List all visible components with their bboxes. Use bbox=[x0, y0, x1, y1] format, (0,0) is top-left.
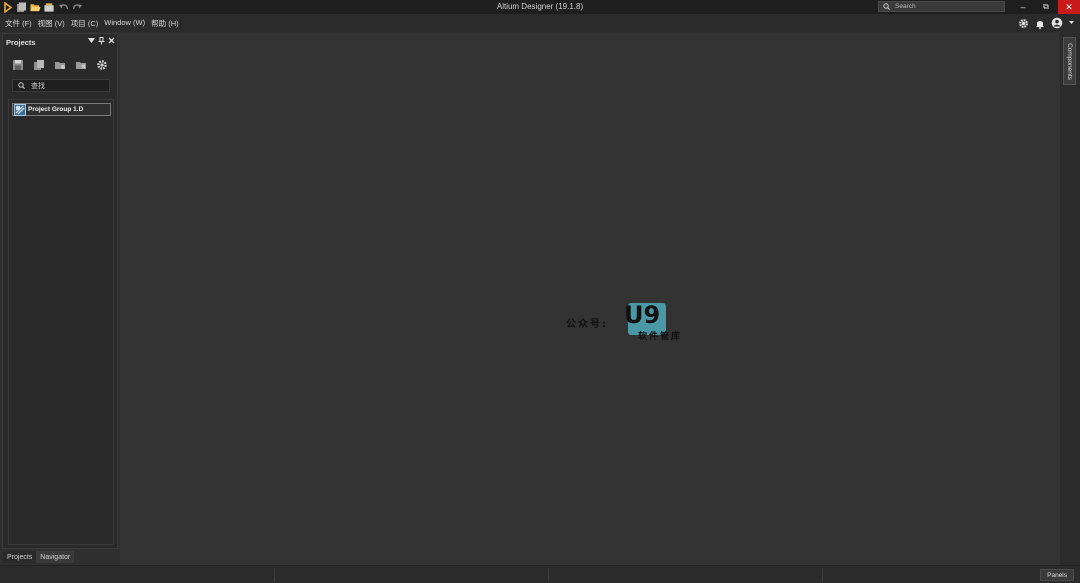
find-input[interactable]: 查找 bbox=[12, 79, 110, 92]
panels-button[interactable]: Panels bbox=[1040, 569, 1074, 581]
project-tree: Project Group 1.D bbox=[8, 99, 114, 545]
menu-help[interactable]: 帮助 (H) bbox=[151, 18, 179, 29]
tree-item-label: Project Group 1.D bbox=[28, 106, 84, 113]
project-group-icon bbox=[14, 103, 26, 116]
tree-item-project-group[interactable]: Project Group 1.D bbox=[12, 103, 111, 116]
menu-view[interactable]: 视图 (V) bbox=[38, 18, 65, 29]
components-tab-label: Components bbox=[1066, 42, 1074, 80]
panel-menu-icon[interactable] bbox=[88, 37, 95, 44]
project-options-icon[interactable] bbox=[53, 58, 67, 72]
tab-navigator[interactable]: Navigator bbox=[36, 551, 75, 563]
panel-header-controls bbox=[88, 37, 115, 45]
search-icon bbox=[883, 3, 890, 10]
compile-icon[interactable] bbox=[32, 58, 46, 72]
panel-tabs: Projects Navigator bbox=[3, 551, 75, 563]
status-separator bbox=[548, 568, 549, 582]
watermark: 公众号: U9 软件管库 bbox=[566, 301, 696, 343]
panel-title: Projects bbox=[6, 37, 36, 47]
menu-bar: 文件 (F) 视图 (V) 项目 (C) Window (W) 帮助 (H) bbox=[0, 14, 1080, 32]
close-button[interactable]: ✕ bbox=[1058, 0, 1080, 14]
user-account-icon[interactable] bbox=[1051, 17, 1063, 29]
watermark-logo-text: U9 bbox=[624, 301, 661, 329]
menu-right-controls bbox=[1018, 16, 1074, 30]
search-input[interactable]: Search bbox=[878, 1, 1005, 12]
watermark-prefix: 公众号: bbox=[566, 319, 608, 330]
status-separator bbox=[274, 568, 275, 582]
title-bar: Altium Designer (19.1.8) Search – ⧉ ✕ bbox=[0, 0, 1080, 14]
menu-window[interactable]: Window (W) bbox=[104, 18, 145, 29]
pin-icon[interactable] bbox=[98, 37, 105, 45]
save-icon[interactable] bbox=[11, 58, 25, 72]
close-project-icon[interactable] bbox=[74, 58, 88, 72]
settings-icon[interactable] bbox=[95, 58, 109, 72]
right-dock: Components bbox=[1060, 33, 1080, 565]
tab-projects[interactable]: Projects bbox=[3, 551, 37, 563]
workspace[interactable] bbox=[120, 33, 1060, 565]
status-bar: Panels bbox=[0, 565, 1080, 583]
search-placeholder: Search bbox=[895, 3, 916, 10]
components-tab[interactable]: Components bbox=[1063, 37, 1076, 85]
menu-project[interactable]: 项目 (C) bbox=[71, 18, 99, 29]
panel-header: Projects bbox=[3, 34, 117, 50]
restore-button[interactable]: ⧉ bbox=[1035, 0, 1057, 14]
status-separator bbox=[822, 568, 823, 582]
chevron-down-icon[interactable] bbox=[1069, 21, 1074, 25]
search-icon bbox=[18, 82, 25, 89]
main-menu: 文件 (F) 视图 (V) 项目 (C) Window (W) 帮助 (H) bbox=[5, 18, 179, 29]
gear-icon[interactable] bbox=[1018, 18, 1029, 29]
minimize-button[interactable]: – bbox=[1012, 0, 1034, 14]
bell-icon[interactable] bbox=[1035, 18, 1045, 29]
close-icon[interactable] bbox=[108, 37, 115, 44]
find-placeholder: 查找 bbox=[31, 82, 45, 90]
panel-toolbar bbox=[11, 58, 109, 72]
projects-panel: Projects 查找 Project Group 1.D bbox=[2, 33, 118, 549]
menu-file[interactable]: 文件 (F) bbox=[5, 18, 32, 29]
watermark-subtitle: 软件管库 bbox=[638, 332, 683, 342]
